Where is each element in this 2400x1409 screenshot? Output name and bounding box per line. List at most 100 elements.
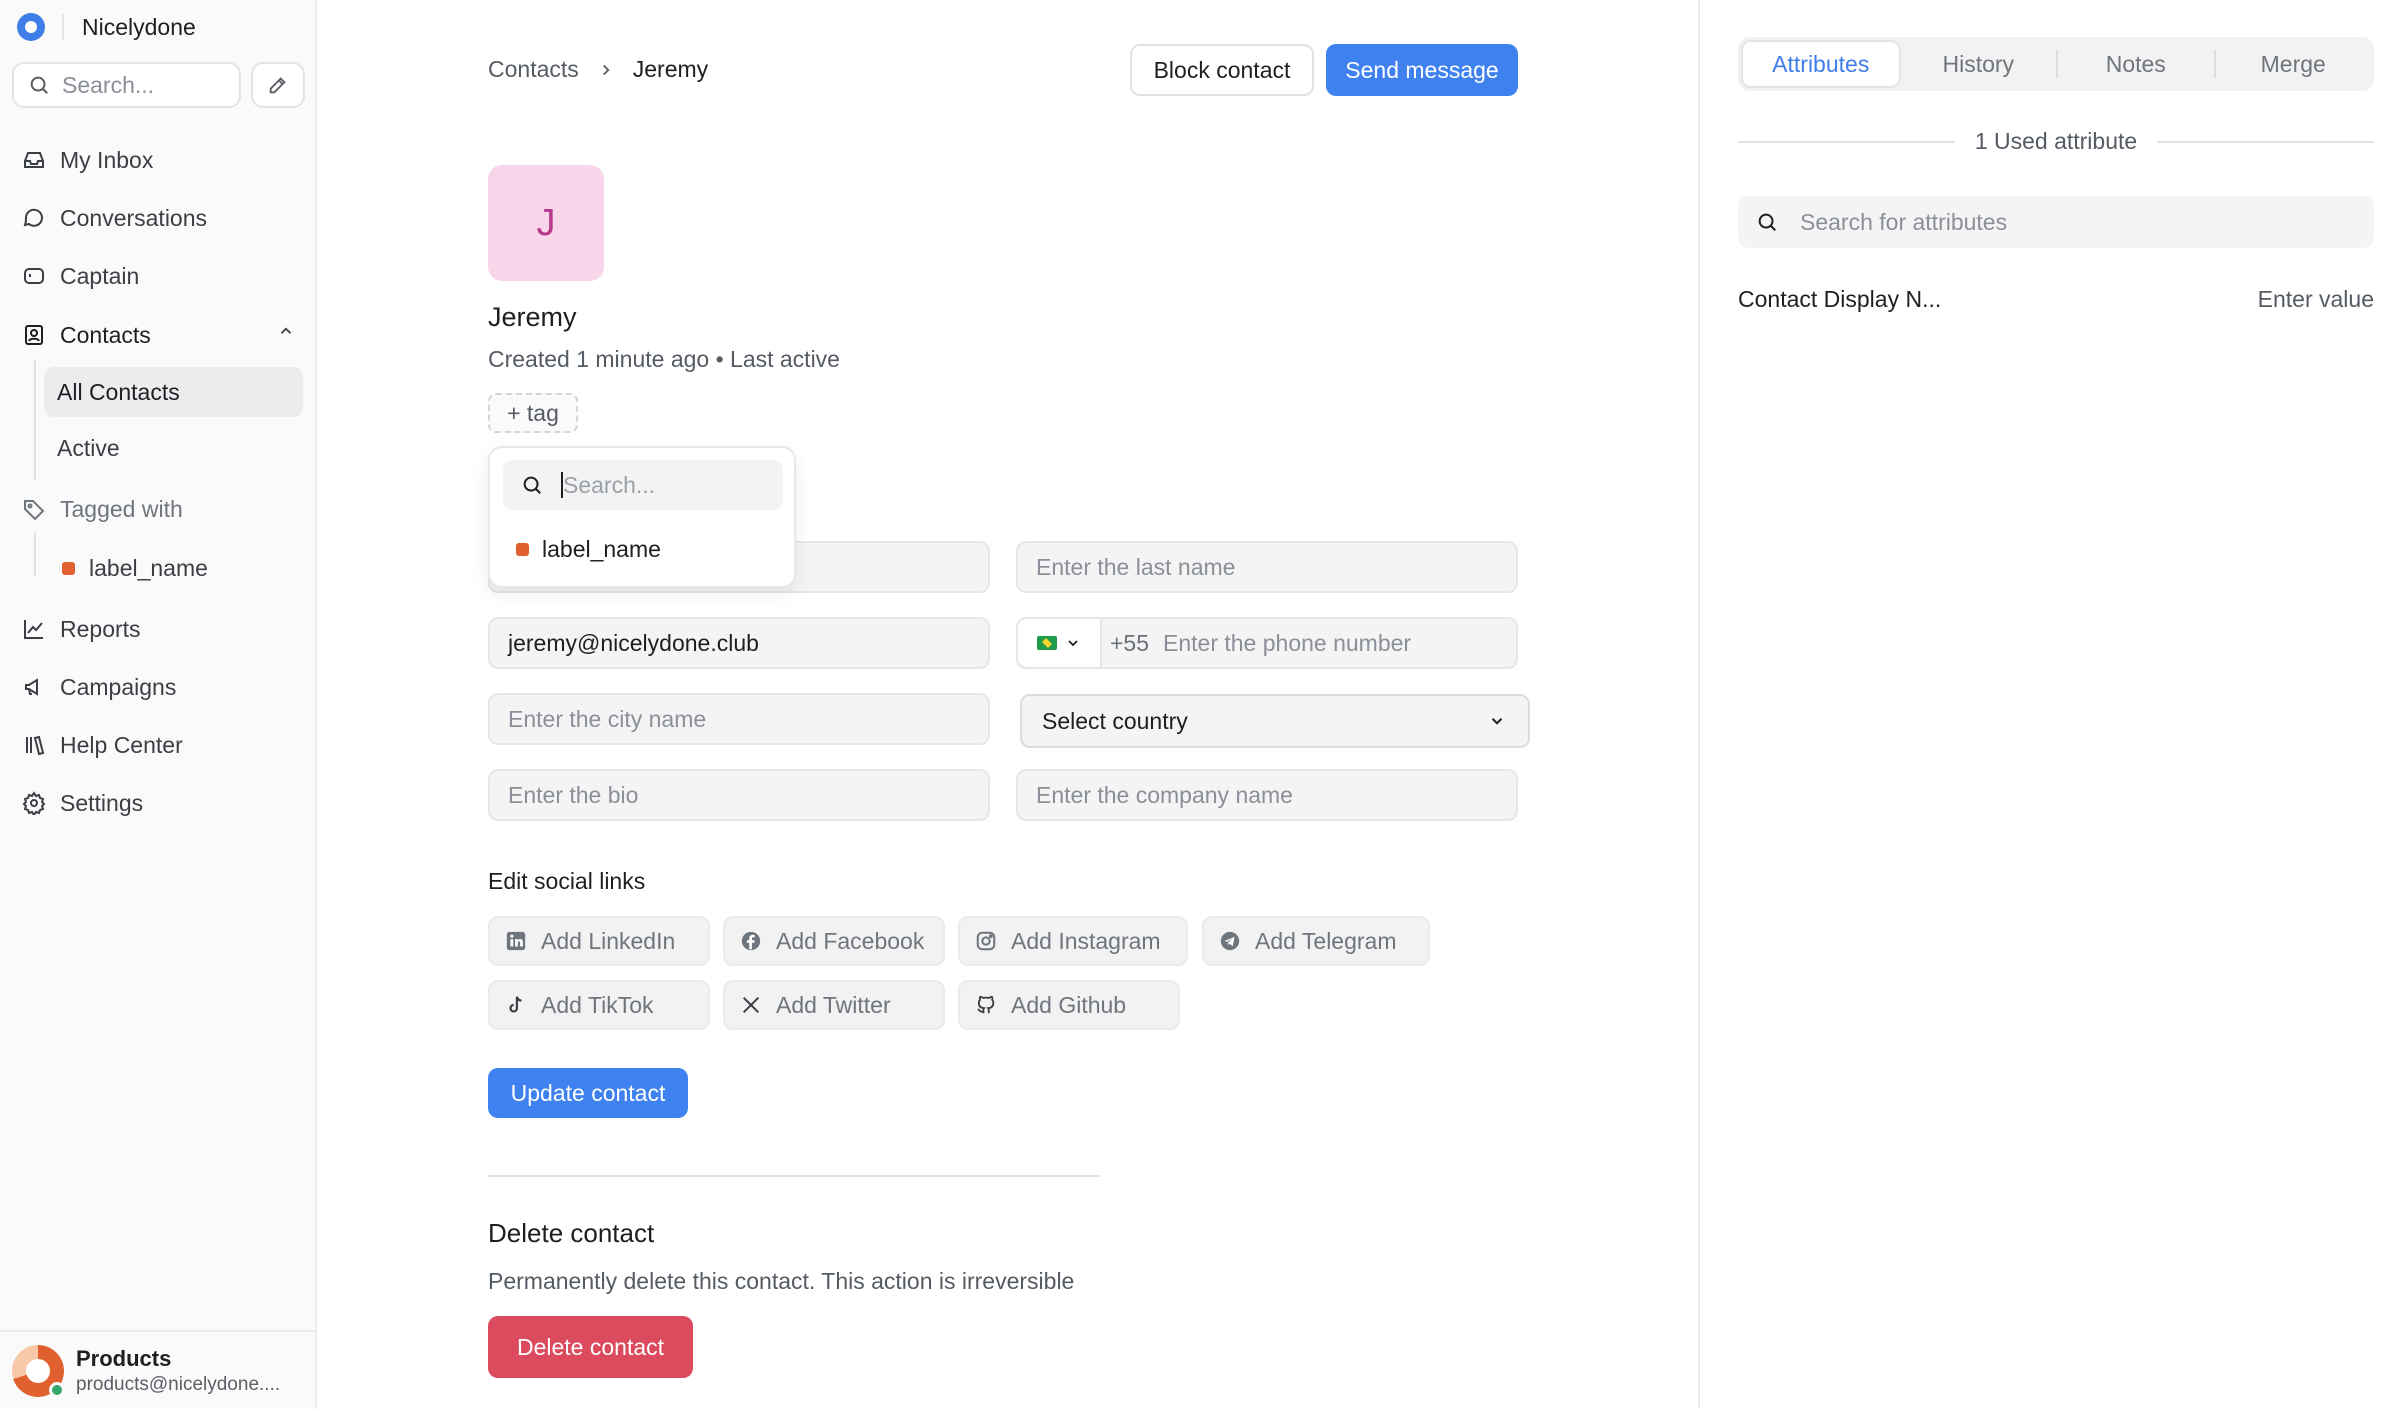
country-select[interactable]: Select country — [1020, 694, 1530, 748]
breadcrumb-contacts[interactable]: Contacts — [488, 56, 579, 83]
phone-country-code: +55 — [1110, 629, 1150, 656]
github-icon — [977, 995, 995, 1014]
country-code-select[interactable] — [1018, 619, 1102, 667]
tab-attributes[interactable]: Attributes — [1741, 40, 1901, 88]
sidebar-item-label: Contacts — [60, 321, 151, 348]
used-attributes-count: 1 Used attribute — [1974, 128, 2138, 154]
city-field[interactable]: Enter the city name — [488, 693, 990, 745]
block-contact-button[interactable]: Block contact — [1130, 44, 1314, 96]
linkedin-icon — [506, 931, 526, 951]
brand[interactable]: Nicelydone — [17, 13, 196, 41]
sidebar-item-my-inbox[interactable]: My Inbox — [22, 140, 153, 180]
online-status-dot — [49, 1381, 65, 1398]
sidebar-item-label-name[interactable]: label_name — [62, 548, 208, 588]
phone-field[interactable]: +55 Enter the phone number — [1016, 617, 1518, 669]
facebook-icon — [741, 931, 761, 951]
sidebar-search[interactable]: Search... — [12, 62, 241, 108]
attribute-search-placeholder: Search for attributes — [1800, 208, 2008, 235]
contact-avatar: J — [488, 165, 604, 281]
tag-icon — [24, 500, 45, 521]
search-icon — [30, 76, 48, 94]
brand-logo-icon — [17, 13, 45, 41]
sidebar-item-label: Tagged with — [60, 495, 183, 522]
user-name: Products — [76, 1345, 172, 1371]
search-icon — [1758, 213, 1776, 231]
sidebar-item-tagged-with: Tagged with — [22, 489, 183, 529]
sidebar-item-label: Campaigns — [60, 673, 177, 700]
update-contact-button[interactable]: Update contact — [488, 1068, 688, 1118]
social-button-label: Add Github — [1011, 991, 1127, 1018]
sidebar-item-contacts[interactable]: Contacts — [22, 315, 151, 355]
sidebar: Nicelydone Search... My Inbox Conversati… — [0, 0, 317, 1409]
add-linkedin-button[interactable]: Add LinkedIn — [488, 916, 710, 966]
tag-option-label: label_name — [542, 536, 661, 562]
social-button-label: Add Twitter — [776, 991, 891, 1018]
send-message-button[interactable]: Send message — [1326, 44, 1518, 96]
company-field[interactable]: Enter the company name — [1016, 769, 1518, 821]
sidebar-item-campaigns[interactable]: Campaigns — [22, 667, 176, 707]
add-tag-button[interactable]: + tag — [488, 393, 578, 433]
user-email: products@nicelydone.... — [76, 1373, 281, 1395]
inbox-icon — [24, 152, 44, 168]
sidebar-item-active[interactable]: Active — [44, 423, 303, 473]
megaphone-icon — [25, 678, 38, 696]
label-color-dot — [516, 543, 529, 556]
sidebar-item-label: Reports — [60, 615, 141, 642]
tag-option[interactable]: label_name — [516, 536, 661, 563]
brazil-flag-icon — [1037, 636, 1057, 650]
social-links-title: Edit social links — [488, 868, 646, 894]
sidebar-item-settings[interactable]: Settings — [22, 783, 143, 823]
divider-line — [2157, 140, 2374, 143]
brand-name: Nicelydone — [82, 13, 196, 40]
sidebar-item-help-center[interactable]: Help Center — [22, 725, 183, 765]
email-field[interactable]: jeremy@nicelydone.club — [488, 617, 990, 669]
chevron-down-icon — [1068, 640, 1078, 647]
contact-name: Jeremy — [488, 302, 577, 332]
tab-history[interactable]: History — [1901, 40, 2057, 88]
last-name-field[interactable]: Enter the last name — [1016, 541, 1518, 593]
tag-search-input[interactable]: Search... — [503, 460, 783, 510]
add-facebook-button[interactable]: Add Facebook — [723, 916, 945, 966]
add-github-button[interactable]: Add Github — [958, 980, 1180, 1030]
contact-meta: Created 1 minute ago • Last active — [488, 346, 840, 372]
delete-contact-button[interactable]: Delete contact — [488, 1316, 693, 1378]
attribute-search-input[interactable]: Search for attributes — [1738, 196, 2374, 248]
gear-icon — [22, 791, 46, 815]
social-button-label: Add TikTok — [541, 991, 654, 1018]
chevron-up-icon[interactable] — [277, 322, 295, 340]
add-telegram-button[interactable]: Add Telegram — [1202, 916, 1430, 966]
delete-contact-title: Delete contact — [488, 1218, 655, 1248]
sidebar-item-captain[interactable]: Captain — [22, 256, 139, 296]
bio-field[interactable]: Enter the bio — [488, 769, 990, 821]
chevron-right-icon — [602, 64, 610, 75]
sidebar-item-conversations[interactable]: Conversations — [22, 198, 207, 238]
sidebar-item-reports[interactable]: Reports — [22, 609, 141, 649]
chevron-down-icon — [1491, 718, 1503, 725]
instagram-icon — [976, 931, 996, 951]
city-placeholder: Enter the city name — [508, 705, 707, 732]
tree-line — [34, 532, 36, 576]
company-placeholder: Enter the company name — [1036, 781, 1293, 808]
sidebar-item-all-contacts[interactable]: All Contacts — [44, 367, 303, 417]
phone-placeholder: Enter the phone number — [1163, 629, 1412, 656]
chart-line-icon — [24, 620, 43, 639]
user-profile-card[interactable]: Products products@nicelydone.... — [0, 1330, 317, 1409]
social-button-label: Add LinkedIn — [541, 927, 676, 954]
tiktok-icon — [509, 996, 522, 1013]
add-tiktok-button[interactable]: Add TikTok — [488, 980, 710, 1030]
section-divider — [488, 1175, 1100, 1177]
library-icon — [26, 735, 45, 756]
compose-button[interactable] — [251, 62, 305, 108]
attribute-value-input[interactable]: Enter value — [2258, 286, 2374, 313]
chat-bubble-icon — [23, 208, 43, 227]
add-instagram-button[interactable]: Add Instagram — [958, 916, 1188, 966]
tab-notes[interactable]: Notes — [2058, 40, 2214, 88]
avatar — [12, 1344, 65, 1398]
tag-search-placeholder: Search... — [563, 471, 656, 498]
attribute-row: Contact Display N... Enter value — [1738, 286, 2374, 313]
add-twitter-button[interactable]: Add Twitter — [723, 980, 945, 1030]
sidebar-item-label: Conversations — [60, 204, 208, 231]
attribute-name: Contact Display N... — [1738, 286, 1942, 312]
tab-merge[interactable]: Merge — [2216, 40, 2372, 88]
attributes-panel: Attributes History Notes Merge 1 Used at… — [1698, 0, 2400, 1409]
